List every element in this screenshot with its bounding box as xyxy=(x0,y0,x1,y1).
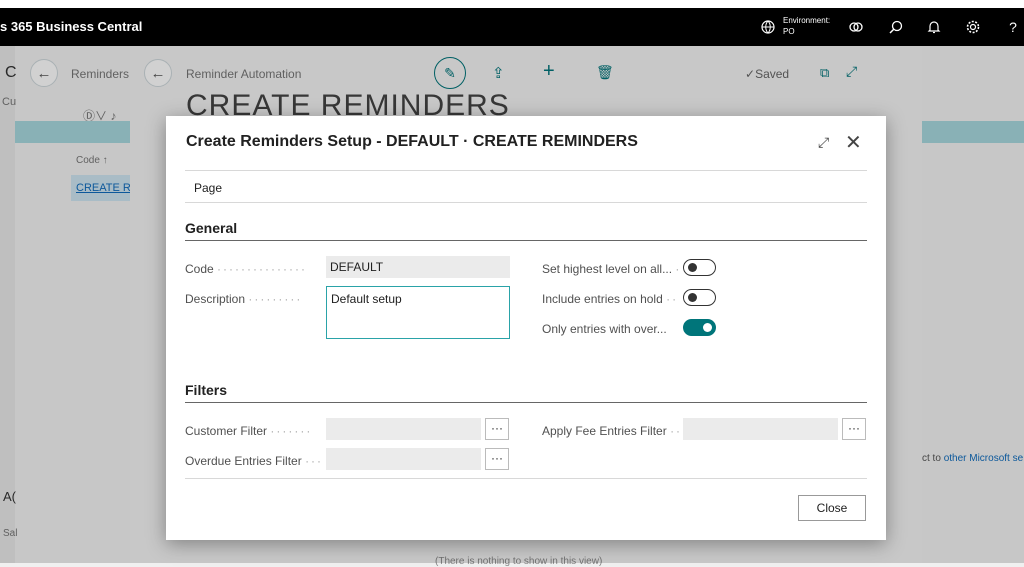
description-field[interactable]: Default setup xyxy=(326,286,510,339)
app-title[interactable]: s 365 Business Central xyxy=(0,19,142,34)
divider xyxy=(185,478,867,479)
bell-icon[interactable] xyxy=(924,17,944,37)
page-tab[interactable]: Page xyxy=(194,181,222,195)
setup-dialog: Create Reminders Setup - DEFAULT · CREAT… xyxy=(166,116,886,540)
toggle-knob xyxy=(703,323,712,332)
description-label: Description ········· xyxy=(185,292,303,306)
filters-section-header[interactable]: Filters xyxy=(185,382,227,398)
customer-filter-field[interactable] xyxy=(326,418,481,440)
gear-icon[interactable] xyxy=(963,17,983,37)
overdue-filter-field[interactable] xyxy=(326,448,481,470)
customer-filter-lookup-button[interactable]: ··· xyxy=(485,418,509,440)
code-label: Code ··············· xyxy=(185,262,307,276)
code-field[interactable]: DEFAULT xyxy=(326,256,510,278)
only-overdue-label: Only entries with over... xyxy=(542,322,667,336)
environment-label: Environment: xyxy=(783,16,831,25)
top-bar: s 365 Business Central Environment: PO ? xyxy=(0,8,1024,46)
close-icon[interactable]: ✕ xyxy=(845,130,862,155)
set-highest-toggle[interactable] xyxy=(683,259,716,276)
set-highest-label: Set highest level on all... ·· xyxy=(542,262,682,276)
close-button[interactable]: Close xyxy=(798,495,866,521)
globe-icon[interactable] xyxy=(758,17,778,37)
overdue-filter-label: Overdue Entries Filter ··· xyxy=(185,454,324,468)
include-hold-toggle[interactable] xyxy=(683,289,716,306)
toggle-knob xyxy=(688,263,697,272)
copilot-icon[interactable] xyxy=(846,17,866,37)
include-hold-label: Include entries on hold ·· xyxy=(542,292,679,306)
search-icon[interactable] xyxy=(886,17,906,37)
apply-fee-filter-field[interactable] xyxy=(683,418,838,440)
environment-indicator[interactable]: Environment: PO xyxy=(783,15,830,37)
apply-fee-label: Apply Fee Entries Filter ·· xyxy=(542,424,682,438)
section-divider xyxy=(185,402,867,403)
overdue-filter-lookup-button[interactable]: ··· xyxy=(485,448,509,470)
section-divider xyxy=(185,240,867,241)
only-overdue-toggle[interactable] xyxy=(683,319,716,336)
help-icon[interactable]: ? xyxy=(1003,17,1023,37)
expand-icon[interactable]: ⤢ xyxy=(818,134,829,151)
divider xyxy=(185,170,867,171)
divider xyxy=(185,202,867,203)
dialog-title: Create Reminders Setup - DEFAULT · CREAT… xyxy=(186,133,638,150)
general-section-header[interactable]: General xyxy=(185,220,237,236)
customer-filter-label: Customer Filter ······· xyxy=(185,424,313,438)
apply-fee-lookup-button[interactable]: ··· xyxy=(842,418,866,440)
toggle-knob xyxy=(688,293,697,302)
top-strip xyxy=(0,0,1024,8)
environment-value: PO xyxy=(783,27,795,36)
